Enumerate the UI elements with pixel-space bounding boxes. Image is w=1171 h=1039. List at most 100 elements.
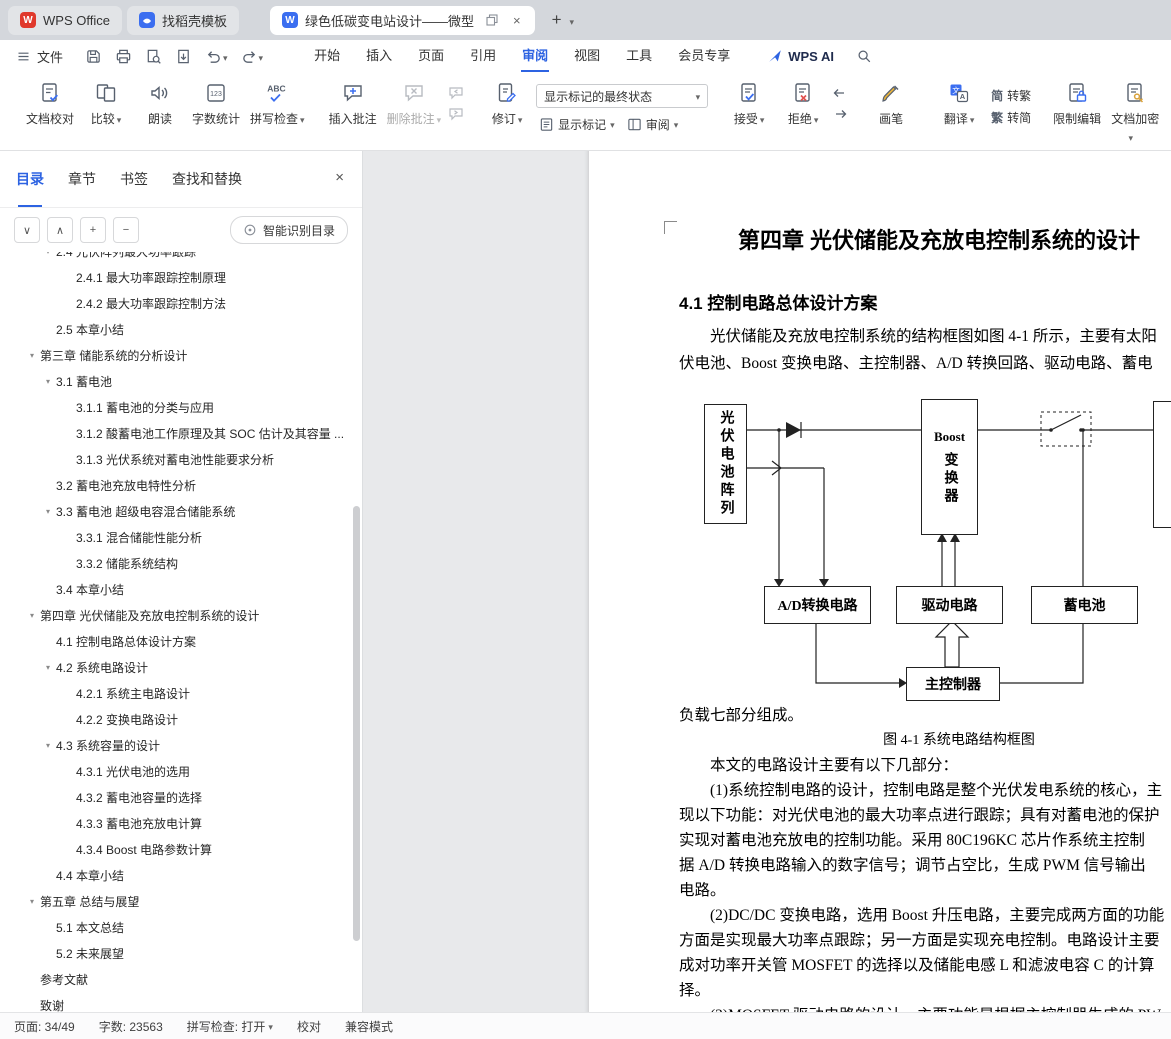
print-button[interactable] [115, 48, 132, 65]
toc-expand-arrow-icon[interactable]: ▾ [24, 611, 40, 620]
save-button[interactable] [85, 48, 102, 65]
toc-item[interactable]: ▾ 3.3 蓄电池 超级电容混合储能系统 [0, 498, 362, 524]
toc-item[interactable]: ▾ 3.3.1 混合储能性能分析 [0, 524, 362, 550]
toc-item[interactable]: ▾ 参考文献 [0, 966, 362, 992]
toc-item[interactable]: ▾ 2.4.1 最大功率跟踪控制原理 [0, 264, 362, 290]
markup-state-dropdown[interactable]: 显示标记的最终状态 [536, 84, 709, 108]
toc-item[interactable]: ▾ 2.4.2 最大功率跟踪控制方法 [0, 290, 362, 316]
toc-expand-arrow-icon[interactable]: ▾ [24, 351, 40, 360]
ribbon-tab[interactable]: 引用 [457, 40, 509, 72]
toc-expand-arrow-icon[interactable]: ▾ [40, 252, 56, 256]
toc-item[interactable]: ▾ 致谢 [0, 992, 362, 1013]
review-pane-button[interactable]: 审阅 [624, 113, 682, 135]
page-indicator[interactable]: 页面: 34/49 [14, 1018, 75, 1035]
sidebar-panel-tab[interactable]: 目录 [16, 151, 44, 207]
delete-comment-button[interactable]: 删除批注 [382, 77, 447, 130]
ribbon-tab[interactable]: 工具 [613, 40, 665, 72]
toc-expand-arrow-icon[interactable]: ▾ [40, 507, 56, 516]
ribbon-tab[interactable]: 审阅 [509, 40, 561, 72]
toc-scrollbar-thumb[interactable] [353, 506, 360, 941]
redo-button[interactable] [241, 48, 264, 65]
toc-item[interactable]: ▾ 第四章 光伏储能及充放电控制系统的设计 [0, 602, 362, 628]
previous-change-button[interactable] [830, 84, 850, 102]
spell-check-button[interactable]: ABC 拼写检查 [245, 77, 310, 130]
tab-current-document[interactable]: W 绿色低碳变电站设计——微型... × [269, 5, 535, 35]
wps-ai-button[interactable]: WPS AI [767, 48, 834, 64]
undo-caret-icon[interactable] [223, 49, 228, 64]
ribbon-tab[interactable]: 视图 [561, 40, 613, 72]
toc-zoom-out-button[interactable]: − [113, 217, 139, 243]
export-pdf-button[interactable] [175, 48, 192, 65]
toc-item[interactable]: ▾ 4.3.4 Boost 电路参数计算 [0, 836, 362, 862]
toc-item[interactable]: ▾ 2.5 本章小结 [0, 316, 362, 342]
smart-toc-button[interactable]: 智能识别目录 [229, 216, 348, 244]
toc-expand-arrow-icon[interactable]: ▾ [40, 741, 56, 750]
toc-item[interactable]: ▾ 4.3.1 光伏电池的选用 [0, 758, 362, 784]
read-aloud-button[interactable]: 朗读 [133, 77, 187, 130]
toc-item[interactable]: ▾ 3.1.1 蓄电池的分类与应用 [0, 394, 362, 420]
toc-expand-all-button[interactable]: ∨ [14, 217, 40, 243]
insert-comment-button[interactable]: 插入批注 [324, 77, 382, 130]
toc-zoom-in-button[interactable]: + [80, 217, 106, 243]
toc-item[interactable]: ▾ 4.2.2 变换电路设计 [0, 706, 362, 732]
undo-button[interactable] [205, 48, 228, 65]
traditional-to-simplified-button[interactable]: 繁 转简 [988, 106, 1034, 128]
ink-brush-button[interactable]: 画笔 [864, 77, 918, 130]
toc-item[interactable]: ▾ 4.2.1 系统主电路设计 [0, 680, 362, 706]
tab-wps-home[interactable]: W WPS Office [8, 5, 122, 35]
proofread-status[interactable]: 校对 [297, 1018, 321, 1035]
doc-proofread-button[interactable]: 文档校对 [21, 77, 79, 130]
tab-docer-templates[interactable]: 找稻壳模板 [126, 5, 239, 35]
toc-item[interactable]: ▾ 4.3.3 蓄电池充放电计算 [0, 810, 362, 836]
toc-item[interactable]: ▾ 5.1 本文总结 [0, 914, 362, 940]
toc-item[interactable]: ▾ 第三章 储能系统的分析设计 [0, 342, 362, 368]
toc-item[interactable]: ▾ 4.1 控制电路总体设计方案 [0, 628, 362, 654]
compare-button[interactable]: 比较 [79, 77, 133, 130]
toc-item[interactable]: ▾ 3.1.3 光伏系统对蓄电池性能要求分析 [0, 446, 362, 472]
word-count-button[interactable]: 123 字数统计 [187, 77, 245, 130]
next-comment-button[interactable] [446, 105, 466, 123]
new-tab-button[interactable]: + [552, 10, 562, 30]
tab-close-icon[interactable]: × [511, 13, 523, 28]
toc-item[interactable]: ▾ 5.2 未来展望 [0, 940, 362, 966]
encrypt-document-button[interactable]: 文档加密 [1106, 77, 1164, 130]
toc-item[interactable]: ▾ 4.3 系统容量的设计 [0, 732, 362, 758]
ribbon-tab[interactable]: 插入 [353, 40, 405, 72]
toc-item[interactable]: ▾ 4.4 本章小结 [0, 862, 362, 888]
ribbon-tab[interactable]: 开始 [301, 40, 353, 72]
restrict-editing-button[interactable]: 限制编辑 [1048, 77, 1106, 130]
word-count-indicator[interactable]: 字数: 23563 [99, 1018, 163, 1035]
toc-item[interactable]: ▾ 3.4 本章小结 [0, 576, 362, 602]
track-changes-button[interactable]: 修订 [480, 77, 534, 130]
sidebar-panel-tab[interactable]: 查找和替换 [172, 151, 242, 207]
sidebar-panel-tab[interactable]: 书签 [120, 151, 148, 207]
toc-collapse-all-button[interactable]: ∧ [47, 217, 73, 243]
show-markup-button[interactable]: 显示标记 [536, 113, 618, 135]
toc-item[interactable]: ▾ 3.2 蓄电池充放电特性分析 [0, 472, 362, 498]
print-preview-button[interactable] [145, 48, 162, 65]
sidebar-panel-tab[interactable]: 章节 [68, 151, 96, 207]
document-page[interactable]: 第四章 光伏储能及充放电控制系统的设计 4.1 控制电路总体设计方案 光伏储能及… [589, 151, 1171, 1012]
toc-item[interactable]: ▾ 4.3.2 蓄电池容量的选择 [0, 784, 362, 810]
ribbon-expand-caret-icon[interactable] [1128, 129, 1133, 144]
ribbon-tab[interactable]: 会员专享 [665, 40, 743, 72]
ribbon-tab[interactable]: 页面 [405, 40, 457, 72]
previous-comment-button[interactable] [446, 84, 466, 102]
toc-item[interactable]: ▾ 2.4 光伏阵列最大功率跟踪 [0, 252, 362, 264]
toc-expand-arrow-icon[interactable]: ▾ [40, 377, 56, 386]
file-menu-button[interactable]: 文件 [16, 47, 63, 66]
float-window-icon[interactable] [486, 14, 498, 26]
redo-caret-icon[interactable] [259, 49, 264, 64]
toc-expand-arrow-icon[interactable]: ▾ [40, 663, 56, 672]
tab-list-caret-icon[interactable] [570, 13, 575, 28]
spell-check-status[interactable]: 拼写检查: 打开 [187, 1018, 273, 1035]
toc-item[interactable]: ▾ 3.3.2 储能系统结构 [0, 550, 362, 576]
toc-item[interactable]: ▾ 4.2 系统电路设计 [0, 654, 362, 680]
next-change-button[interactable] [830, 105, 850, 123]
reject-changes-button[interactable]: 拒绝 [776, 77, 830, 130]
toc-item[interactable]: ▾ 3.1.2 酸蓄电池工作原理及其 SOC 估计及其容量 ... [0, 420, 362, 446]
accept-changes-button[interactable]: 接受 [722, 77, 776, 130]
search-button[interactable] [856, 48, 872, 64]
toc-item[interactable]: ▾ 第五章 总结与展望 [0, 888, 362, 914]
toc-expand-arrow-icon[interactable]: ▾ [24, 897, 40, 906]
